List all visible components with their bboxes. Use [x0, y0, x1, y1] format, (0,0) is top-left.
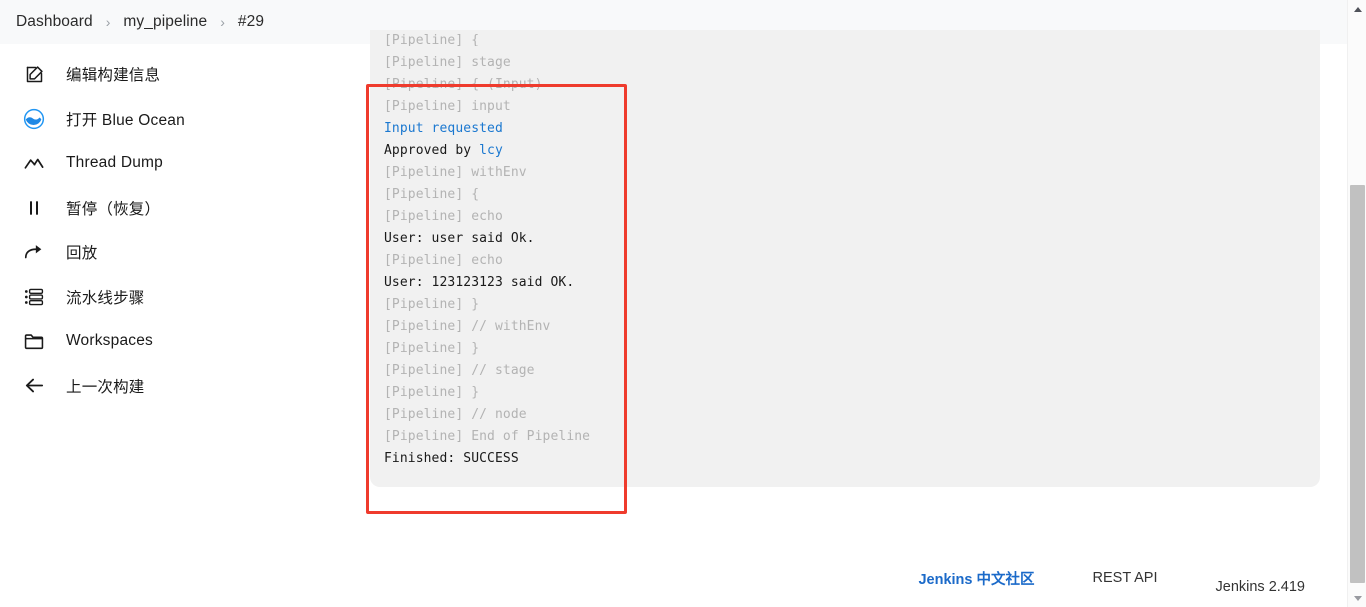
footer-jenkins-version: Jenkins 2.419	[1216, 579, 1305, 595]
sidebar-item-pause-resume[interactable]: 暂停（恢复）	[0, 186, 330, 231]
jenkins-build-console-page: Dashboard › my_pipeline › #29 编辑构建信息	[0, 0, 1366, 607]
console-log-line: [Pipeline] echo	[384, 250, 1320, 272]
scrollbar-down-arrow-icon[interactable]	[1348, 589, 1366, 607]
console-log-line: [Pipeline] }	[384, 294, 1320, 316]
console-log-token: lcy	[479, 143, 503, 158]
scrollbar-thumb[interactable]	[1350, 185, 1365, 583]
console-log-line: [Pipeline] withEnv	[384, 162, 1320, 184]
sidebar-item-open-blue-ocean[interactable]: 打开 Blue Ocean	[0, 97, 330, 142]
blue-ocean-icon	[22, 107, 46, 131]
console-log-line: Input requested	[384, 118, 1320, 140]
sidebar-item-workspaces[interactable]: Workspaces	[0, 319, 330, 364]
page-footer: Jenkins 中文社区 REST API Jenkins 2.419	[0, 549, 1347, 607]
sidebar-item-label: Workspaces	[66, 332, 153, 350]
pipeline-steps-icon	[22, 285, 46, 309]
pause-icon	[22, 196, 46, 220]
console-log-line: [Pipeline] // withEnv	[384, 316, 1320, 338]
console-log-line: [Pipeline] }	[384, 338, 1320, 360]
sidebar-item-previous-build[interactable]: 上一次构建	[0, 364, 330, 409]
footer-link-rest-api[interactable]: REST API	[1093, 570, 1158, 586]
console-log-lines: [Pipeline] { [Pipeline] stage[Pipeline] {…	[384, 36, 1320, 470]
breadcrumb-separator-icon: ›	[220, 14, 225, 30]
sidebar-item-label: 打开 Blue Ocean	[66, 108, 185, 130]
sidebar-item-pipeline-steps[interactable]: 流水线步骤	[0, 275, 330, 320]
console-log-line: [Pipeline] input	[384, 96, 1320, 118]
sidebar-item-edit-description[interactable]: 编辑构建信息	[0, 52, 330, 97]
console-log-line: [Pipeline] End of Pipeline	[384, 426, 1320, 448]
console-log-line: Approved by lcy	[384, 140, 1320, 162]
scrollbar-up-arrow-icon[interactable]	[1348, 0, 1366, 18]
sidebar-item-label: 暂停（恢复）	[66, 197, 160, 219]
replay-icon	[22, 240, 46, 264]
arrow-left-icon	[22, 374, 46, 398]
footer-link-jenkins-community[interactable]: Jenkins 中文社区	[918, 568, 1034, 589]
console-log-line: [Pipeline] stage	[384, 52, 1320, 74]
console-log-line: [Pipeline] {	[384, 30, 1320, 46]
console-log-line: [Pipeline] // stage	[384, 360, 1320, 382]
thread-dump-icon	[22, 151, 46, 175]
console-log-line: [Pipeline] }	[384, 382, 1320, 404]
sidebar-item-label: 流水线步骤	[66, 286, 145, 308]
console-output-panel[interactable]: [Pipeline] {[Pipeline] stage[Pipeline] {…	[370, 30, 1320, 487]
folder-icon	[22, 329, 46, 353]
sidebar-item-replay[interactable]: 回放	[0, 230, 330, 275]
page-scrollbar[interactable]	[1347, 0, 1366, 607]
console-log-line: [Pipeline] { (Input)	[384, 74, 1320, 96]
breadcrumb-item-my-pipeline[interactable]: my_pipeline	[123, 13, 207, 31]
console-log-token: Approved by	[384, 143, 479, 158]
sidebar-item-label: Thread Dump	[66, 154, 163, 172]
edit-description-icon	[22, 62, 46, 86]
console-log-line: [Pipeline] // node	[384, 404, 1320, 426]
sidebar-item-label: 上一次构建	[66, 375, 145, 397]
breadcrumb-item-build-number[interactable]: #29	[238, 13, 264, 31]
console-log-line: Finished: SUCCESS	[384, 448, 1320, 470]
console-log-line: [Pipeline] echo	[384, 206, 1320, 228]
sidebar: 编辑构建信息 打开 Blue Ocean Thread Dump	[0, 44, 330, 408]
console-log-line: User: user said Ok.	[384, 228, 1320, 250]
breadcrumb-item-dashboard[interactable]: Dashboard	[16, 13, 93, 31]
console-log-line: User: 123123123 said OK.	[384, 272, 1320, 294]
sidebar-item-label: 回放	[66, 241, 97, 263]
sidebar-item-thread-dump[interactable]: Thread Dump	[0, 141, 330, 186]
breadcrumb-separator-icon: ›	[106, 14, 111, 30]
sidebar-item-label: 编辑构建信息	[66, 63, 160, 85]
console-log-line: [Pipeline] {	[384, 184, 1320, 206]
